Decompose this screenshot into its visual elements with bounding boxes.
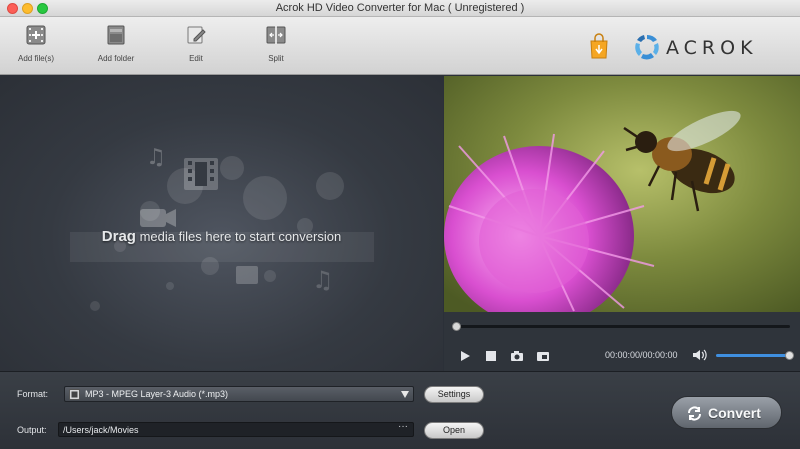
convert-refresh-icon (687, 406, 702, 421)
format-value: MP3 - MPEG Layer-3 Audio (*.mp3) (85, 389, 229, 399)
timecode: 00:00:00/00:00:00 (605, 350, 678, 360)
add-folder-button[interactable]: Add folder (86, 23, 146, 71)
convert-label: Convert (708, 405, 761, 421)
toolbar: Add file(s) Add folder Edit Split ACROK (0, 17, 800, 75)
browse-output-button[interactable]: ··· (398, 421, 408, 432)
stop-icon[interactable] (484, 349, 498, 363)
acrok-logo-text: ACROK (666, 37, 758, 59)
add-folder-label: Add folder (97, 54, 135, 63)
music-note-icon-2: ♫ (312, 266, 334, 294)
acrok-logo-icon (635, 34, 659, 60)
photo-icon (236, 266, 258, 284)
edit-label: Edit (189, 54, 203, 63)
window-title: Acrok HD Video Converter for Mac ( Unreg… (275, 2, 525, 14)
shopping-bag-icon[interactable] (588, 33, 610, 59)
drop-hint: Drag media files here to start conversio… (0, 228, 443, 245)
format-select[interactable]: MP3 - MPEG Layer-3 Audio (*.mp3) (64, 386, 414, 402)
bottom-bar: Format: MP3 - MPEG Layer-3 Audio (*.mp3)… (0, 371, 800, 449)
play-icon[interactable] (458, 349, 472, 363)
acrok-logo: ACROK (632, 31, 782, 63)
brand-area: ACROK (588, 31, 788, 63)
seek-handle[interactable] (452, 322, 461, 331)
format-label: Format: (17, 389, 49, 399)
convert-button[interactable]: Convert (671, 396, 782, 429)
media-decoration: ♫ ♫ (70, 145, 374, 311)
volume-icon[interactable] (692, 348, 708, 362)
volume-handle[interactable] (785, 351, 794, 360)
output-path-value: /Users/jack/Movies (63, 425, 139, 435)
fullscreen-icon[interactable] (536, 349, 550, 363)
video-camera-icon (140, 209, 176, 227)
open-button[interactable]: Open (424, 422, 484, 439)
edit-button[interactable]: Edit (166, 23, 226, 71)
edit-icon (187, 26, 206, 44)
seek-bar[interactable] (452, 322, 790, 331)
split-label: Split (268, 54, 284, 63)
output-label: Output: (17, 425, 47, 435)
chevron-down-icon (401, 391, 409, 398)
music-note-icon: ♫ (146, 145, 166, 170)
video-preview (444, 76, 800, 312)
title-bar: Acrok HD Video Converter for Mac ( Unreg… (0, 0, 800, 17)
settings-button[interactable]: Settings (424, 386, 484, 403)
volume-slider[interactable] (716, 351, 794, 360)
output-path-field[interactable]: /Users/jack/Movies ··· (58, 421, 414, 437)
drop-hint-bold: Drag (101, 228, 136, 245)
preview-image (444, 76, 800, 312)
split-button[interactable]: Split (246, 23, 306, 71)
film-add-icon (26, 25, 46, 45)
media-drop-area[interactable]: ♫ ♫ Drag media files here to start conve… (0, 76, 443, 371)
audio-format-icon (69, 389, 80, 400)
player-controls: 00:00:00/00:00:00 (444, 312, 800, 371)
add-files-label: Add file(s) (17, 54, 54, 63)
split-icon (266, 26, 286, 44)
drop-hint-rest: media files here to start conversion (135, 229, 342, 244)
camera-icon[interactable] (510, 349, 524, 363)
folder-icon (107, 25, 125, 45)
add-files-button[interactable]: Add file(s) (6, 23, 66, 71)
